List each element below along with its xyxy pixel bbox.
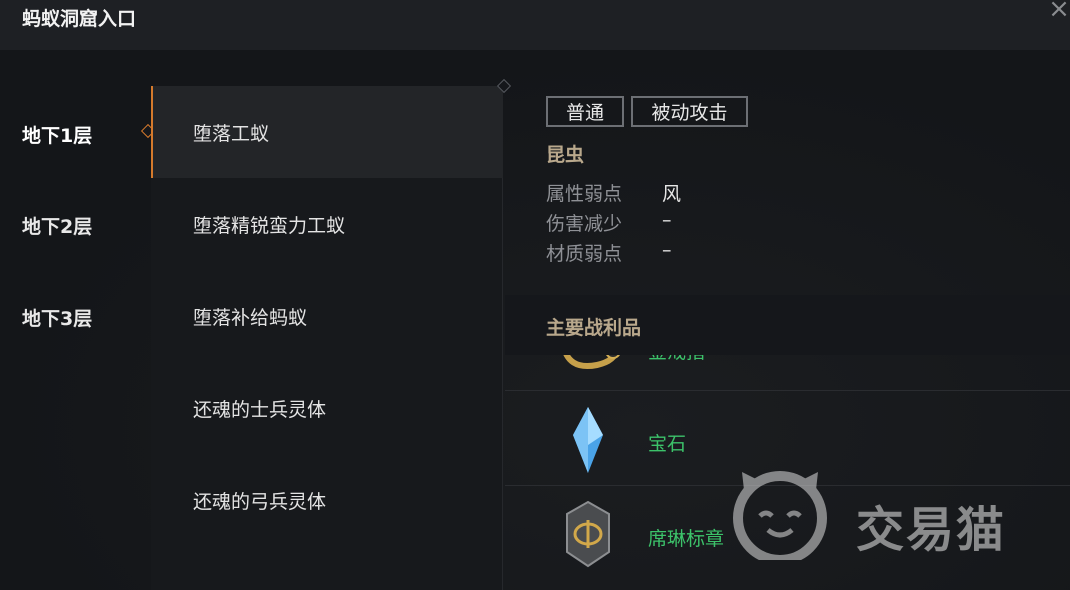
monster-category: 昆虫	[546, 144, 585, 166]
monster-name: 还魂的弓兵灵体	[193, 490, 327, 513]
monster-name: 还魂的士兵灵体	[193, 398, 327, 421]
window-title: 蚂蚁洞窟入口	[22, 8, 137, 30]
floor-tab-1[interactable]: 地下1层	[22, 121, 142, 151]
attr-value-damage-reduction: –	[662, 209, 672, 231]
monster-item[interactable]: 堕落工蚁	[151, 86, 503, 178]
emblem-icon	[566, 500, 610, 568]
monster-item[interactable]: 还魂的士兵灵体	[151, 362, 503, 454]
loot-name: 席琳标章	[648, 528, 725, 550]
loot-section-title-overlay: 主要战利品	[546, 317, 642, 339]
monster-name: 堕落工蚁	[193, 122, 270, 145]
floor-tab-2[interactable]: 地下2层	[22, 212, 142, 242]
attr-label-material-weakness: 材质弱点	[546, 243, 623, 265]
attr-value-material-weakness: –	[662, 239, 672, 261]
monster-item[interactable]: 还魂的弓兵灵体	[151, 454, 503, 546]
monster-item[interactable]: 堕落精锐蛮力工蚁	[151, 178, 503, 270]
monster-name: 堕落精锐蛮力工蚁	[193, 214, 346, 237]
title-bar: 蚂蚁洞窟入口 ×	[0, 0, 1070, 50]
monster-list: 堕落工蚁 堕落精锐蛮力工蚁 堕落补给蚂蚁 还魂的士兵灵体 还魂的弓兵灵体	[151, 86, 503, 590]
watermark-text: 交易猫	[856, 502, 1007, 558]
monster-item[interactable]: 堕落补给蚂蚁	[151, 270, 503, 362]
close-icon[interactable]: ×	[1044, 0, 1070, 26]
floor-tab-3[interactable]: 地下3层	[22, 304, 142, 334]
monster-name: 堕落补给蚂蚁	[193, 306, 308, 329]
attr-label-damage-reduction: 伤害减少	[546, 213, 623, 235]
attr-value-element-weakness: 风	[662, 183, 682, 205]
loot-name: 宝石	[648, 433, 687, 455]
attr-label-element-weakness: 属性弱点	[546, 183, 623, 205]
tag-normal: 普通	[546, 96, 624, 127]
blue-gem-icon	[573, 407, 603, 473]
tag-passive-attack: 被动攻击	[631, 96, 748, 127]
